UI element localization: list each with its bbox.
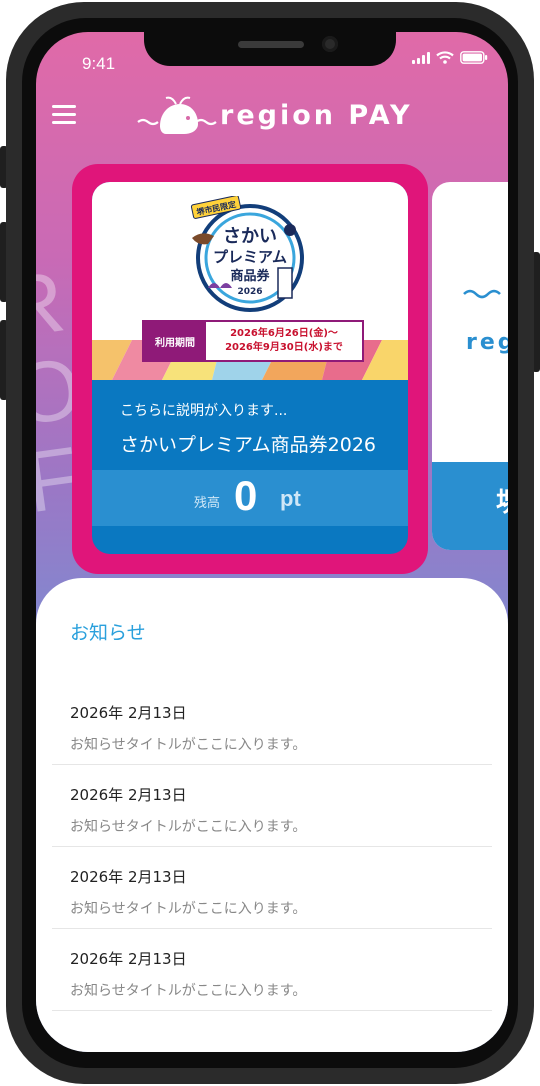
notice-date: 2026年 2月13日 [70,950,187,968]
notch [144,32,396,66]
balance-value: 0 [234,472,258,519]
wifi-icon [436,51,454,64]
signal-icon [412,51,430,64]
logo-year: 2026 [237,287,262,297]
sakai-premium-logo: さかい プレミアム 商品券 2026 堺市民限定 [190,196,304,312]
logo-line2: プレミアム [213,248,287,266]
notice-item[interactable]: 2026年 2月13日 お知らせタイトルがここに入ります。 [52,682,492,765]
menu-icon[interactable] [52,105,76,125]
screen: ROF 9:41 region PAY さかい プレミアム 商品券 2026 堺… [36,32,508,1052]
notice-title-text: お知らせタイトルがここに入ります。 [70,901,307,917]
status-time: 9:41 [82,54,116,73]
card-image: さかい プレミアム 商品券 2026 堺市民限定 利用期間 2026年6月26日… [92,182,408,380]
region-pay-logo: region PAY [136,92,410,140]
phone-frame: ROF 9:41 region PAY さかい プレミアム 商品券 2026 堺… [0,0,540,1086]
notice-item[interactable]: 2026年 2月13日 お知らせタイトルがここに入ります。 [52,928,492,1011]
front-camera [322,36,338,52]
next-card-band: 堺 [432,462,508,550]
card-name: さかいプレミアム商品券2026 [120,434,377,456]
notice-title-text: お知らせタイトルがここに入ります。 [70,819,307,835]
usage-period: 利用期間 2026年6月26日(金)～ 2026年9月30日(水)まで [142,320,364,362]
notice-item[interactable]: 2026年 2月13日 お知らせタイトルがここに入ります。 [52,764,492,847]
selected-gift-card[interactable]: さかい プレミアム 商品券 2026 堺市民限定 利用期間 2026年6月26日… [92,182,408,554]
status-icons [412,51,488,64]
logo-line3: 商品券 [230,268,270,284]
next-card-logo-text: reg [466,330,508,355]
card-description: こちらに説明が入ります... [120,403,288,419]
notice-item[interactable]: 2026年 2月13日 お知らせタイトルがここに入ります。 [52,846,492,929]
battery-icon [460,51,488,64]
notice-panel: お知らせ 2026年 2月13日 お知らせタイトルがここに入ります。 2026年… [36,578,508,1052]
period-end: 2026年9月30日(水)まで [225,342,343,353]
notice-title-text: お知らせタイトルがここに入ります。 [70,737,307,753]
notice-date: 2026年 2月13日 [70,704,187,722]
notice-title: お知らせ [70,622,146,644]
notice-title-text: お知らせタイトルがここに入ります。 [70,983,307,999]
wave-icon [463,289,501,299]
logo-line1: さかい [223,226,277,247]
next-card-title-char: 堺 [496,482,508,519]
period-label: 利用期間 [144,322,206,360]
notice-date: 2026年 2月13日 [70,786,187,804]
balance-unit: pt [280,486,301,511]
balance-area: 残高 0 pt [92,470,408,526]
period-start: 2026年6月26日(金)～ [230,328,338,339]
balance-label: 残高 [194,496,221,511]
notice-date: 2026年 2月13日 [70,868,187,886]
whale-icon [137,96,217,134]
next-card[interactable]: reg 堺 [432,182,508,550]
period-dates: 2026年6月26日(金)～ 2026年9月30日(水)まで [206,322,362,360]
logo-text: region PAY [220,100,413,131]
speaker [238,41,304,48]
